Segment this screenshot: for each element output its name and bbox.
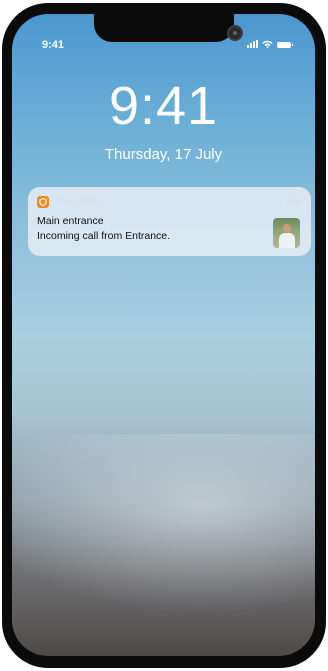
lock-screen-date: Thursday, 17 July [104, 146, 223, 163]
battery-icon [277, 42, 293, 48]
notification-app-name: SECURITY [56, 196, 106, 206]
phone-frame: 9:41 9:41 Thursday, 17 July SECURITY now… [2, 3, 326, 668]
notch [94, 14, 234, 42]
shield-icon [37, 196, 49, 208]
cellular-signal-icon [247, 40, 258, 48]
notification-time: now [286, 196, 301, 205]
notification-card[interactable]: SECURITY now Main entrance Incoming call… [28, 187, 311, 256]
status-bar-time: 9:41 [42, 39, 65, 51]
caller-photo-thumbnail [273, 218, 300, 248]
status-bar-icons [247, 40, 293, 48]
front-camera [227, 25, 243, 41]
lock-screen: 9:41 9:41 Thursday, 17 July SECURITY now… [12, 14, 315, 656]
notification-message: Incoming call from Entrance. [37, 230, 171, 242]
lock-screen-clock: 9:41 [108, 76, 219, 136]
notification-title: Main entrance [37, 215, 104, 227]
wifi-icon [262, 40, 273, 48]
